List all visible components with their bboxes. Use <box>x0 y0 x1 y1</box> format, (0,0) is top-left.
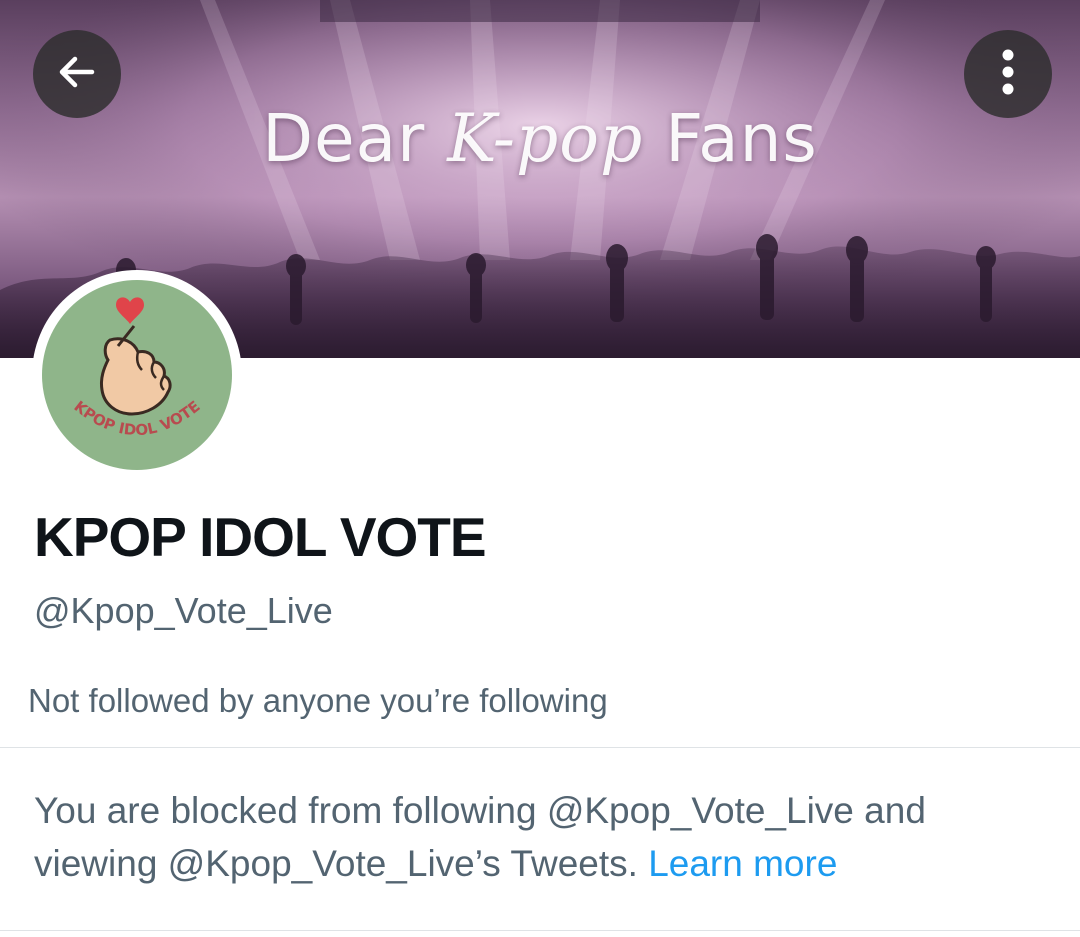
followers-you-know-note[interactable]: Not followed by anyone you’re following <box>28 682 608 720</box>
avatar[interactable]: KPOP IDOL VOTE <box>32 270 242 480</box>
divider <box>0 930 1080 931</box>
blocked-notice: You are blocked from following @Kpop_Vot… <box>34 784 1044 890</box>
banner-title: Dear K-pop Fans <box>262 100 818 177</box>
back-button[interactable] <box>33 30 121 118</box>
finger-heart-icon: KPOP IDOL VOTE <box>70 297 204 439</box>
more-options-button[interactable] <box>964 30 1052 118</box>
arrow-left-icon <box>54 49 100 100</box>
username-handle: @Kpop_Vote_Live <box>34 590 333 631</box>
more-vertical-icon <box>998 47 1018 102</box>
learn-more-link[interactable]: Learn more <box>648 843 837 884</box>
avatar-image: KPOP IDOL VOTE <box>42 280 232 470</box>
divider <box>0 747 1080 748</box>
display-name: KPOP IDOL VOTE <box>34 506 487 568</box>
